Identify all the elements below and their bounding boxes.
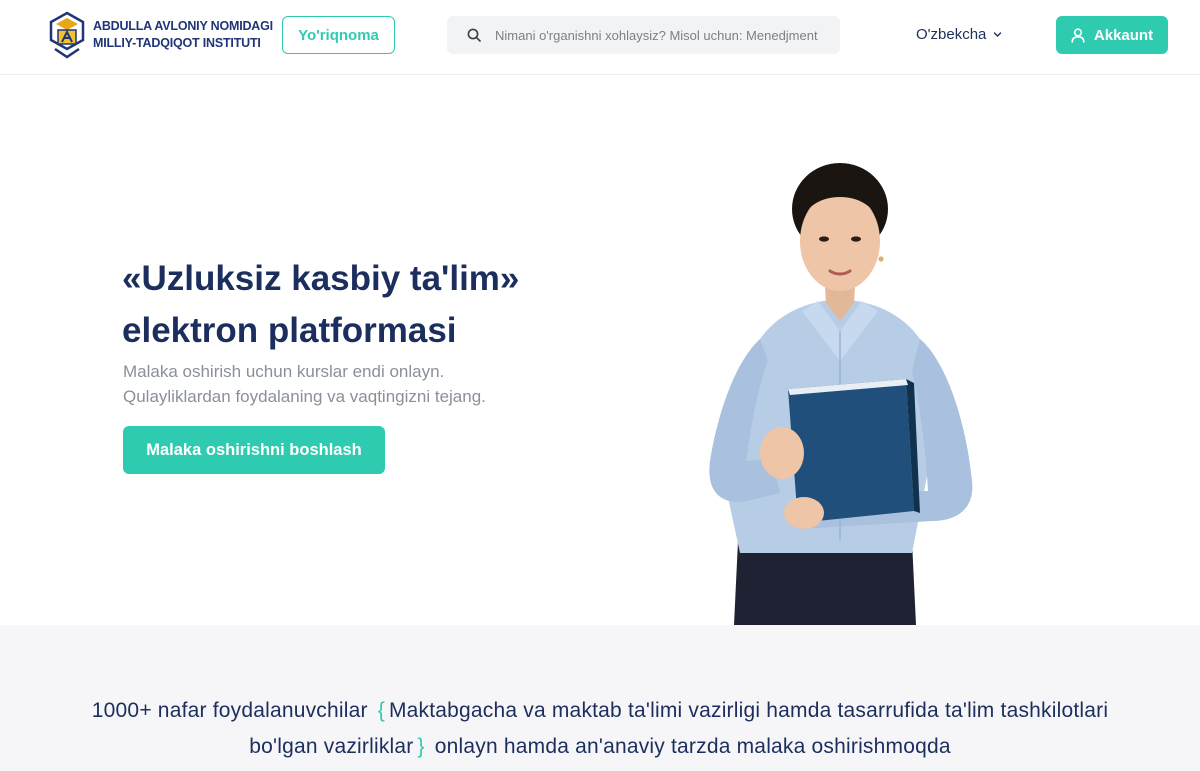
language-selector[interactable]: O'zbekcha: [916, 26, 1002, 43]
hero-section: «Uzluksiz kasbiy ta'lim» elektron platfo…: [0, 75, 1200, 625]
stats-text: 1000+ nafar foydalanuvchilar {Maktabgach…: [60, 693, 1140, 765]
institute-name-line2: MILLIY-TADQIQOT INSTITUTI: [93, 36, 261, 50]
guide-button[interactable]: Yo'riqnoma: [282, 16, 395, 54]
institute-logo[interactable]: ABDULLA AVLONIY NOMIDAGI MILLIY-TADQIQOT…: [49, 11, 273, 59]
chevron-down-icon: [994, 32, 1002, 37]
account-button[interactable]: Akkaunt: [1056, 16, 1168, 54]
institute-name-line1: ABDULLA AVLONIY NOMIDAGI: [93, 19, 273, 33]
institute-logo-icon: [49, 11, 85, 59]
search-bar[interactable]: [447, 16, 840, 54]
brace-close: }: [417, 735, 425, 758]
account-label: Akkaunt: [1093, 26, 1154, 44]
stats-band: 1000+ nafar foydalanuvchilar {Maktabgach…: [0, 625, 1200, 771]
user-icon: [1071, 27, 1085, 43]
hero-subtitle-line1: Malaka oshirish uchun kurslar endi onlay…: [123, 362, 445, 381]
hero-title-line2: elektron platformasi: [122, 311, 457, 350]
brace-open: {: [377, 699, 385, 722]
hero-title-line1: «Uzluksiz kasbiy ta'lim»: [122, 259, 520, 298]
stats-tail: onlayn hamda an'anaviy tarzda malaka osh…: [434, 735, 951, 758]
hero-title: «Uzluksiz kasbiy ta'lim» elektron platfo…: [122, 253, 519, 357]
search-input[interactable]: [495, 27, 835, 43]
start-training-button[interactable]: Malaka oshirishni boshlash: [123, 426, 385, 474]
hero-subtitle-line2: Qulayliklardan foydalaning va vaqtingizn…: [123, 387, 486, 406]
stats-lead: 1000+ nafar foydalanuvchilar: [91, 699, 368, 722]
hero-person-image: [709, 163, 973, 625]
language-selected: O'zbekcha: [916, 26, 987, 43]
search-icon: [467, 28, 481, 42]
hero-subtitle: Malaka oshirish uchun kurslar endi onlay…: [123, 359, 486, 409]
institute-name: ABDULLA AVLONIY NOMIDAGI MILLIY-TADQIQOT…: [93, 18, 273, 52]
top-navbar: ABDULLA AVLONIY NOMIDAGI MILLIY-TADQIQOT…: [0, 0, 1200, 75]
